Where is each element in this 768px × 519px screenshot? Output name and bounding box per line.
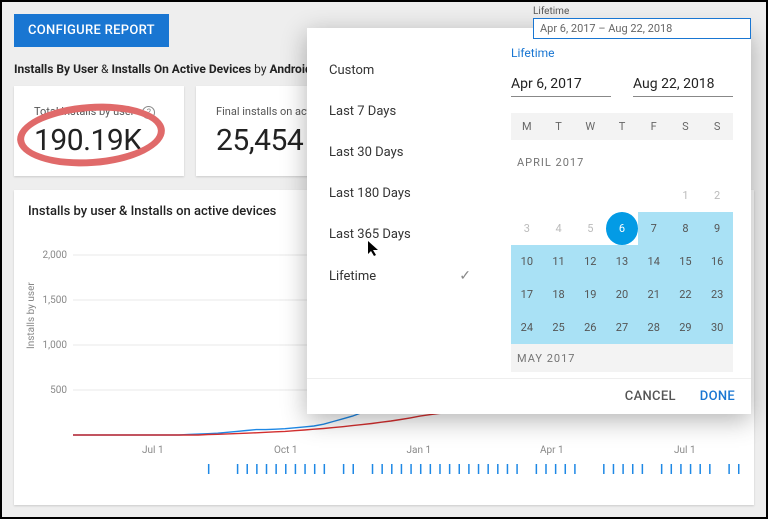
calendar-day (511, 179, 543, 212)
calendar-day[interactable]: 19 (574, 278, 606, 311)
preset-range-list: CustomLast 7 DaysLast 30 DaysLast 180 Da… (307, 28, 493, 378)
cancel-button[interactable]: CANCEL (625, 389, 676, 404)
calendar-panel: Lifetime MTWTFSS APRIL 2017 123456789101… (493, 28, 751, 378)
calendar-day[interactable]: 29 (670, 311, 702, 344)
calendar-day[interactable]: 30 (701, 311, 733, 344)
calendar-day[interactable]: 4 (543, 212, 575, 245)
date-range-popover: Lifetime Apr 6, 2017 – Aug 22, 2018 Cust… (307, 28, 751, 414)
svg-text:1,500: 1,500 (43, 295, 68, 306)
svg-text:Jul 1: Jul 1 (142, 445, 164, 456)
y-axis-label: Installs by user (26, 282, 37, 349)
calendar-day[interactable]: 9 (701, 212, 733, 245)
calendar-day[interactable]: 17 (511, 278, 543, 311)
check-icon: ✓ (459, 268, 471, 284)
calendar-day[interactable]: 3 (511, 212, 543, 245)
calendar-day[interactable]: 28 (638, 311, 670, 344)
month-label: MAY 2017 (511, 344, 733, 372)
calendar-day[interactable]: 8 (670, 212, 702, 245)
calendar-day[interactable]: 21 (638, 278, 670, 311)
calendar-day (638, 179, 670, 212)
stat-card-total-installs: Total installs by user ? 190.19K (14, 86, 184, 176)
stat-value: 190.19K (34, 123, 164, 158)
range-option[interactable]: Last 7 Days (325, 91, 475, 132)
to-date-input[interactable] (633, 72, 733, 97)
calendar-day[interactable]: 13 (606, 245, 638, 278)
range-option[interactable]: Last 180 Days (325, 173, 475, 214)
help-icon[interactable]: ? (142, 106, 155, 119)
calendar-day[interactable]: 2 (701, 179, 733, 212)
range-option[interactable]: Last 365 Days (325, 214, 475, 255)
calendar-day[interactable]: 1 (670, 179, 702, 212)
configure-report-button[interactable]: CONFIGURE REPORT (14, 14, 169, 47)
range-option[interactable]: Lifetime✓ (325, 255, 475, 297)
calendar-day[interactable]: 18 (543, 278, 575, 311)
calendar-day[interactable]: 27 (606, 311, 638, 344)
date-range-input[interactable]: Apr 6, 2017 – Aug 22, 2018 (533, 18, 751, 39)
calendar-day (543, 179, 575, 212)
svg-text:2,000: 2,000 (43, 250, 68, 261)
mouse-cursor-icon (367, 240, 381, 258)
calendar-day[interactable]: 11 (543, 245, 575, 278)
calendar-day[interactable]: 6 (606, 212, 638, 245)
calendar-day[interactable]: 10 (511, 245, 543, 278)
calendar-day[interactable]: 7 (638, 212, 670, 245)
calendar-day[interactable]: 20 (606, 278, 638, 311)
calendar-day[interactable]: 23 (701, 278, 733, 311)
calendar-day (574, 179, 606, 212)
svg-text:Jul 1: Jul 1 (674, 445, 696, 456)
svg-text:Apr 1: Apr 1 (540, 445, 564, 456)
calendar-day[interactable]: 14 (638, 245, 670, 278)
calendar-heading: Lifetime (511, 46, 733, 60)
calendar-grid: 1234567891011121314151617181920212223242… (511, 179, 733, 344)
calendar-day[interactable]: 15 (670, 245, 702, 278)
svg-text:1,000: 1,000 (43, 340, 68, 351)
calendar-day[interactable]: 26 (574, 311, 606, 344)
calendar-day[interactable]: 16 (701, 245, 733, 278)
rug-plot (28, 463, 748, 477)
svg-text:Jan 1: Jan 1 (407, 445, 432, 456)
stat-label: Total installs by user (34, 105, 134, 118)
calendar-day[interactable]: 24 (511, 311, 543, 344)
calendar-day[interactable]: 5 (574, 212, 606, 245)
svg-text:500: 500 (50, 385, 67, 396)
analytics-report-page: CONFIGURE REPORT Installs By User & Inst… (0, 0, 768, 519)
calendar-day[interactable]: 25 (543, 311, 575, 344)
range-option[interactable]: Custom (325, 50, 475, 91)
calendar-day (606, 179, 638, 212)
from-date-input[interactable] (511, 72, 611, 97)
range-option[interactable]: Last 30 Days (325, 132, 475, 173)
weekday-header: MTWTFSS (511, 113, 733, 140)
calendar-day[interactable]: 12 (574, 245, 606, 278)
current-range-field: Lifetime Apr 6, 2017 – Aug 22, 2018 (533, 6, 751, 30)
svg-text:Oct 1: Oct 1 (274, 445, 298, 456)
month-label: APRIL 2017 (511, 140, 733, 179)
done-button[interactable]: DONE (700, 389, 735, 404)
calendar-day[interactable]: 22 (670, 278, 702, 311)
